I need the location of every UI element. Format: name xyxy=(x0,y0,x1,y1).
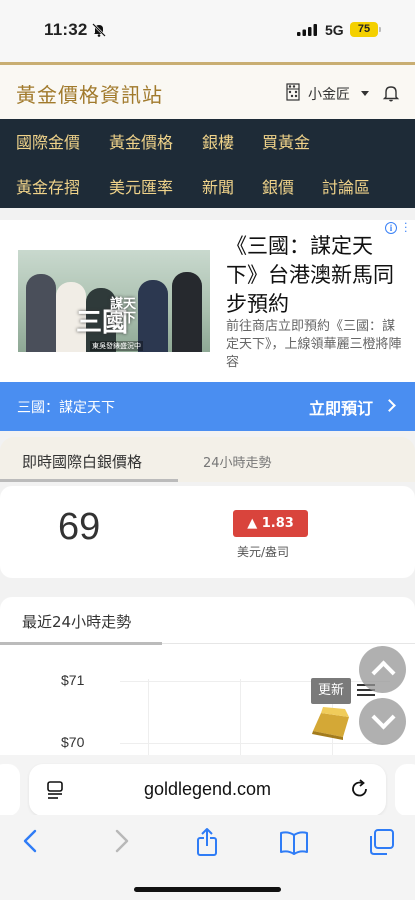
browser-url-area: goldlegend.com xyxy=(0,755,415,816)
ad-description[interactable]: 前往商店立即預約《三國：謀定天下》，上線領華麗三橙將陣容 xyxy=(226,318,406,372)
scroll-down-button[interactable] xyxy=(359,698,406,745)
site-header: 黃金價格資訊站 小金匠 xyxy=(0,62,415,119)
divider xyxy=(162,643,415,644)
reload-icon[interactable] xyxy=(349,778,371,800)
battery-tip xyxy=(379,27,381,32)
previous-tab-peek[interactable] xyxy=(0,764,20,816)
cellular-signal-icon xyxy=(297,24,317,36)
ad-image-brand-sub: 謀天定下 xyxy=(110,297,137,326)
ad-more-icon[interactable]: · · · xyxy=(404,218,408,237)
trend-card: 最近24小時走勢 $71 $70 xyxy=(0,597,415,769)
nav-item-gold-passbook[interactable]: 黃金存摺 xyxy=(16,174,80,198)
price-unit: 美元/盎司 xyxy=(237,545,290,559)
ad-bar-label: 三國：謀定天下 xyxy=(17,400,115,416)
silver-tabs: 即時國際白銀價格 24小時走勢 xyxy=(0,437,415,482)
nav-item-jewelry-store[interactable]: 銀樓 xyxy=(202,129,234,153)
tab-realtime-silver[interactable]: 即時國際白銀價格 xyxy=(0,437,178,482)
silver-price-value: 69 xyxy=(58,506,101,548)
chevron-right-icon xyxy=(383,399,396,412)
main-nav: 國際金價 黃金價格 銀樓 買黃金 黃金存摺 美元匯率 新聞 銀價 討論區 xyxy=(0,119,415,208)
nav-item-news[interactable]: 新聞 xyxy=(202,174,234,198)
nav-item-buy-gold[interactable]: 買黃金 xyxy=(262,129,310,153)
scroll-up-button[interactable] xyxy=(359,646,406,693)
site-title[interactable]: 黃金價格資訊站 xyxy=(16,79,163,108)
ad-cta-button[interactable]: 立即預订 xyxy=(309,395,373,419)
nav-item-intl-gold[interactable]: 國際金價 xyxy=(16,129,80,153)
caret-down-icon[interactable] xyxy=(361,91,369,96)
ad-title[interactable]: 《三國：謀定天下》台港澳新馬同步預約 xyxy=(226,232,396,319)
next-tab-peek[interactable] xyxy=(395,764,415,816)
home-indicator xyxy=(134,887,281,892)
ad-info-icon[interactable]: i xyxy=(385,222,397,234)
price-change-badge: ▲ 1.83 xyxy=(233,510,308,537)
trend-title: 最近24小時走勢 xyxy=(22,613,132,631)
trend-tab-underline xyxy=(0,642,162,645)
bookmarks-icon[interactable] xyxy=(279,827,309,857)
battery-icon: 75 xyxy=(350,22,378,37)
y-tick-label: $71 xyxy=(61,672,85,688)
nav-item-silver-price[interactable]: 銀價 xyxy=(262,174,294,198)
ad-cta-bar[interactable]: 三國：謀定天下 立即預订 xyxy=(0,382,415,431)
ad-image-tagline: 東吳發錶盛況中 xyxy=(90,341,143,351)
bell-icon[interactable] xyxy=(382,84,400,102)
address-bar[interactable]: goldlegend.com xyxy=(29,764,386,816)
url-text[interactable]: goldlegend.com xyxy=(29,779,386,800)
abacus-icon[interactable] xyxy=(286,83,300,101)
browser-toolbar xyxy=(0,815,415,900)
silver-price-card: 69 ▲ 1.83 美元/盎司 xyxy=(0,486,415,578)
nav-item-gold-price[interactable]: 黃金價格 xyxy=(109,129,173,153)
bell-off-icon xyxy=(92,23,106,37)
ad-banner[interactable]: 三國 謀天定下 東吳發錶盛況中 《三國：謀定天下》台港澳新馬同步預約 前往商店立… xyxy=(0,218,415,431)
status-bar: 11:32 5G 75 xyxy=(0,0,415,62)
share-icon[interactable] xyxy=(192,827,222,857)
ad-image[interactable]: 三國 謀天定下 東吳發錶盛況中 xyxy=(18,250,210,352)
grid-line xyxy=(120,743,390,744)
tab-24h-trend[interactable]: 24小時走勢 xyxy=(203,452,272,471)
nav-item-usd-rate[interactable]: 美元匯率 xyxy=(109,174,173,198)
user-menu-label[interactable]: 小金匠 xyxy=(308,84,350,104)
back-icon[interactable] xyxy=(16,827,46,857)
gold-bar-icon[interactable] xyxy=(309,705,353,741)
tab-realtime-silver-label: 即時國際白銀價格 xyxy=(22,453,143,471)
forward-icon[interactable] xyxy=(106,827,136,857)
tabs-icon[interactable] xyxy=(366,827,396,857)
y-tick-label: $70 xyxy=(61,734,85,750)
update-button[interactable]: 更新 xyxy=(311,678,351,704)
nav-item-forum[interactable]: 討論區 xyxy=(322,174,370,198)
status-time: 11:32 xyxy=(44,20,88,39)
network-type: 5G xyxy=(325,22,344,38)
